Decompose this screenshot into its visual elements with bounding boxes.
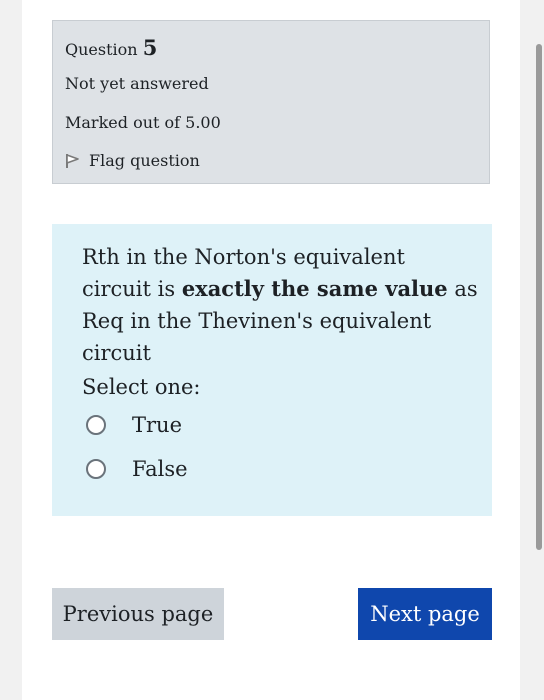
- question-number: 5: [142, 35, 158, 60]
- previous-page-button[interactable]: Previous page: [52, 588, 224, 640]
- flag-icon: [66, 154, 79, 168]
- option-false[interactable]: False: [86, 456, 188, 482]
- question-content-panel: Rth in the Norton's equivalent circuit i…: [52, 224, 492, 516]
- question-text: Rth in the Norton's equivalent circuit i…: [82, 241, 480, 369]
- option-false-label[interactable]: False: [132, 456, 188, 482]
- next-page-button[interactable]: Next page: [358, 588, 492, 640]
- question-text-emphasis: exactly the same value: [181, 276, 448, 301]
- option-false-radio[interactable]: [86, 459, 106, 479]
- question-heading: Question 5: [65, 35, 158, 60]
- flag-question-link[interactable]: Flag question: [65, 151, 200, 171]
- option-true-radio[interactable]: [86, 415, 106, 435]
- scrollbar[interactable]: [536, 44, 542, 550]
- option-true-label[interactable]: True: [132, 412, 182, 438]
- question-label: Question: [65, 40, 138, 59]
- answer-status: Not yet answered: [65, 74, 209, 93]
- question-info-panel: Question 5 Not yet answered Marked out o…: [52, 20, 490, 184]
- flag-question-label: Flag question: [89, 151, 200, 170]
- option-true[interactable]: True: [86, 412, 182, 438]
- select-one-prompt: Select one:: [82, 375, 201, 399]
- marks-info: Marked out of 5.00: [65, 113, 221, 132]
